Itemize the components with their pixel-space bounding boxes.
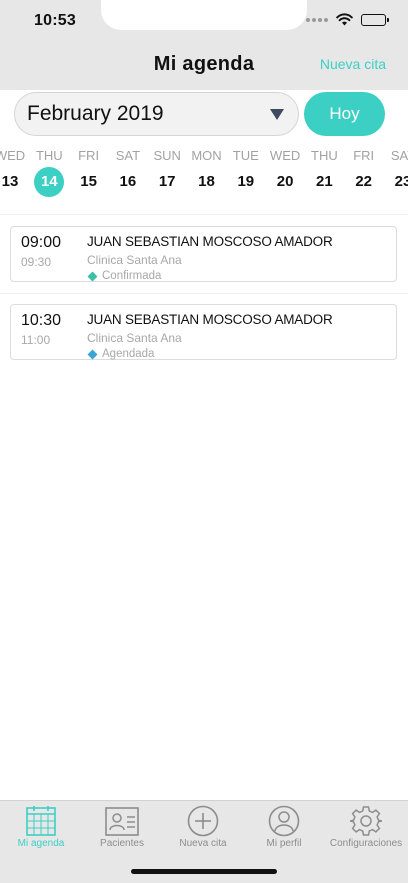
day-thu-14[interactable]: THU 14 [29, 147, 69, 197]
status-diamond-icon [87, 349, 98, 359]
day-name: SAT [390, 148, 408, 163]
tab-label: Pacientes [100, 838, 144, 849]
appointment-clinic: Clinica Santa Ana [87, 253, 182, 267]
day-tue-19[interactable]: TUE 19 [226, 147, 266, 197]
appointment-card[interactable]: 09:00 09:30 JUAN SEBASTIAN MOSCOSO AMADO… [10, 226, 397, 282]
appointment-clinic: Clinica Santa Ana [87, 331, 182, 345]
caret-down-icon [270, 108, 284, 120]
day-number: 18 [198, 173, 215, 190]
month-picker-value: February 2019 [27, 102, 164, 125]
day-name: TUE [232, 148, 259, 163]
appointment-status-label: Confirmada [102, 270, 162, 282]
day-sun-17[interactable]: SUN 17 [147, 147, 187, 197]
tab-pacientes[interactable]: Pacientes [77, 805, 167, 849]
tab-label: Configuraciones [329, 838, 403, 849]
device-notch [101, 0, 307, 30]
day-wed-20[interactable]: WED 20 [265, 147, 305, 197]
day-fri-22[interactable]: FRI 22 [344, 147, 384, 197]
appointment-status: Confirmada [87, 270, 161, 282]
battery-icon [361, 13, 389, 26]
divider [0, 214, 408, 215]
tab-label: Mi perfil [266, 838, 302, 849]
month-picker[interactable]: February 2019 [14, 92, 299, 136]
day-number: 13 [1, 173, 19, 190]
day-thu-21[interactable]: THU 21 [304, 147, 344, 197]
day-name: SUN [153, 148, 181, 163]
patient-card-icon [105, 807, 139, 836]
today-button[interactable]: Hoy [304, 92, 385, 136]
status-time: 10:53 [34, 12, 76, 29]
day-name: THU [311, 148, 338, 163]
wifi-icon [336, 13, 353, 26]
day-number: 14 [34, 167, 65, 197]
appointment-start-time: 10:30 [21, 312, 62, 329]
day-number: 19 [237, 173, 255, 190]
tab-configuraciones[interactable]: Configuraciones [321, 805, 408, 849]
day-number: 22 [355, 173, 373, 190]
divider [0, 293, 408, 294]
day-name: FRI [353, 148, 375, 163]
tab-mi-perfil[interactable]: Mi perfil [239, 805, 329, 849]
day-sat-16[interactable]: SAT 16 [108, 147, 148, 197]
day-fri-15[interactable]: FRI 15 [69, 147, 109, 197]
status-indicators [306, 13, 389, 26]
day-name: WED [0, 148, 26, 163]
appointment-end-time: 09:30 [21, 255, 52, 269]
day-number: 16 [119, 173, 137, 190]
home-indicator [131, 869, 277, 874]
appointment-status-label: Agendada [102, 348, 155, 360]
appointment-start-time: 09:00 [21, 234, 62, 251]
day-mon-18[interactable]: MON 18 [187, 147, 227, 197]
day-number: 15 [80, 173, 97, 190]
day-number: 20 [276, 173, 294, 190]
appointment-patient-name: JUAN SEBASTIAN MOSCOSO AMADOR [87, 234, 333, 249]
day-number: 21 [316, 173, 333, 190]
profile-icon [268, 805, 300, 837]
week-strip: WED 13 THU 14 FRI 15 SAT 16 SUN 17 MON 18 TUE 19 WED 20… [0, 147, 408, 201]
day-name: SAT [115, 148, 141, 163]
nueva-cita-nav-button[interactable]: Nueva cita [320, 56, 386, 72]
day-name: MON [191, 148, 222, 163]
day-name: FRI [78, 148, 100, 163]
cellular-signal-icon [306, 17, 328, 22]
day-number: 23 [394, 173, 408, 190]
plus-circle-icon [187, 805, 219, 837]
appointment-card[interactable]: 10:30 11:00 JUAN SEBASTIAN MOSCOSO AMADO… [10, 304, 397, 360]
appointment-end-time: 11:00 [21, 333, 51, 347]
day-name: WED [269, 148, 301, 163]
tab-label: Mi agenda [17, 838, 65, 849]
tab-label: Nueva cita [179, 838, 227, 849]
day-name: THU [35, 148, 63, 163]
appointment-status: Agendada [87, 348, 154, 360]
tab-nueva-cita[interactable]: Nueva cita [158, 805, 248, 849]
status-diamond-icon [87, 271, 98, 281]
day-wed-13[interactable]: WED 13 [0, 147, 30, 197]
calendar-icon [26, 806, 56, 836]
gear-icon [350, 806, 382, 836]
day-sat-23[interactable]: SAT 23 [383, 147, 408, 197]
appointment-patient-name: JUAN SEBASTIAN MOSCOSO AMADOR [87, 312, 333, 327]
tab-mi-agenda[interactable]: Mi agenda [0, 805, 86, 849]
day-number: 17 [158, 173, 176, 190]
